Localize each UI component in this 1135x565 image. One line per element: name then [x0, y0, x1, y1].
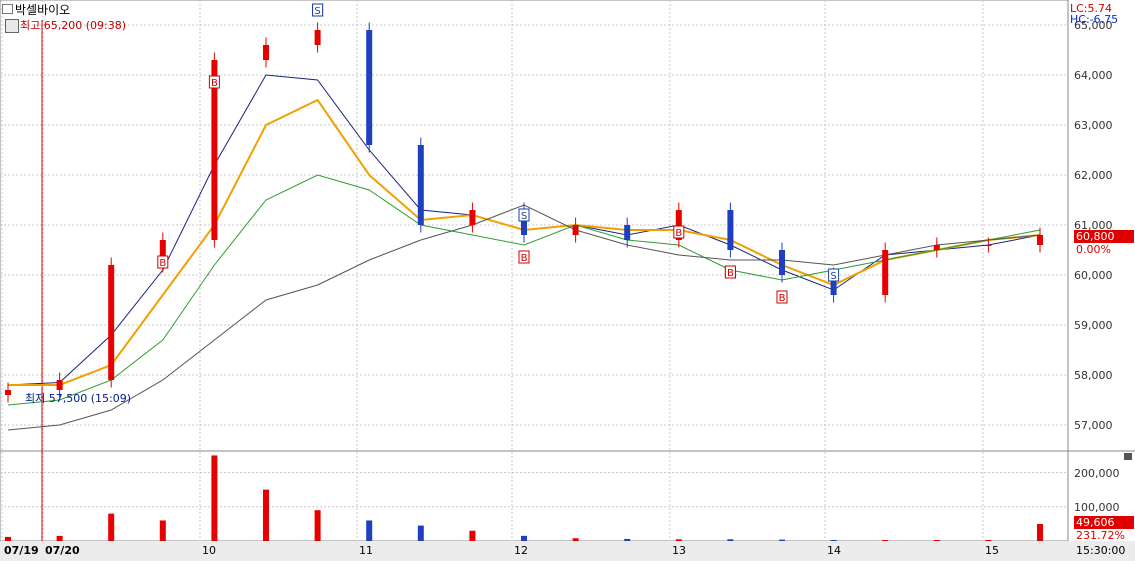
price-chart: BBSSSBBBBBS — [0, 0, 1135, 561]
volume-bar — [933, 539, 940, 541]
x-tick-label: 11 — [359, 544, 373, 557]
volume-bar — [263, 489, 269, 541]
volume-bar — [366, 520, 373, 541]
x-tick-label: 14 — [827, 544, 841, 557]
volume-bar — [108, 513, 115, 541]
volume-bar — [56, 535, 63, 541]
x-axis-band — [0, 541, 1135, 561]
price-tick-label: 59,000 — [1074, 319, 1113, 332]
price-tick-label: 61,000 — [1074, 219, 1113, 232]
x-tick-label: 13 — [672, 544, 686, 557]
current-price-change: 0.00% — [1076, 243, 1111, 256]
min-price-annotation: 최저 57,500 (15:09) — [25, 392, 132, 405]
grid-icon[interactable] — [5, 19, 19, 33]
signal-label: B — [675, 228, 682, 239]
volume-bar — [882, 539, 889, 541]
volume-tick-label: 100,000 — [1074, 500, 1120, 514]
candle-body — [56, 380, 63, 390]
current-volume-change: 231.72% — [1076, 529, 1125, 542]
signal-label: B — [211, 78, 218, 89]
volume-tick-label: 200,000 — [1074, 466, 1120, 480]
x-tick-label: 10 — [202, 544, 216, 557]
volume-pane-toggle-icon[interactable] — [1124, 453, 1132, 460]
price-tick-label: 60,000 — [1074, 269, 1113, 282]
candle-body — [779, 250, 785, 275]
signal-label: B — [727, 268, 734, 279]
volume-bar — [985, 539, 992, 541]
candle-body — [108, 265, 115, 380]
volume-bar — [314, 510, 321, 541]
current-volume-badge: 49,606 — [1074, 516, 1134, 529]
candle-body — [417, 145, 424, 225]
volume-bar — [469, 530, 476, 541]
plot-border — [0, 0, 1069, 542]
signal-label: S — [521, 211, 527, 222]
candle-body — [985, 245, 992, 246]
candle-body — [469, 210, 476, 225]
price-tick-label: 65,000 — [1074, 19, 1113, 32]
volume-bar — [727, 539, 734, 541]
volume-bar — [5, 536, 11, 541]
candle-body — [314, 30, 321, 45]
volume-bar — [572, 538, 579, 541]
x-tick-label: 12 — [514, 544, 528, 557]
price-tick-label: 64,000 — [1074, 69, 1113, 82]
signal-label: B — [159, 258, 166, 269]
price-tick-label: 58,000 — [1074, 369, 1113, 382]
x-tick-label: 07/20 — [45, 544, 80, 557]
chart-frame: BBSSSBBBBBS 박셀바이오 최고 65,200 (09:38) 최저 5… — [0, 0, 1135, 561]
volume-bar — [417, 525, 424, 541]
candle-body — [263, 45, 269, 60]
volume-bar — [1037, 524, 1043, 541]
candle-body — [572, 225, 579, 235]
candle-body — [933, 245, 940, 250]
price-tick-label: 62,000 — [1074, 169, 1113, 182]
volume-bar — [624, 538, 631, 541]
candle-body — [1037, 235, 1043, 245]
stock-title: 박셀바이오 — [15, 3, 71, 17]
candle-body — [366, 30, 373, 145]
signal-label: S — [830, 271, 836, 282]
volume-bar — [159, 520, 166, 541]
candle-body — [727, 210, 734, 250]
volume-bar — [521, 535, 527, 541]
time-axis-label: 15:30:00 — [1076, 544, 1126, 557]
volume-bar — [779, 539, 785, 541]
volume-bar — [675, 539, 682, 541]
signal-label: B — [521, 253, 528, 264]
max-price-annotation: 최고 65,200 (09:38) — [20, 19, 127, 32]
signal-label: B — [779, 293, 786, 304]
volume-bar — [211, 455, 218, 541]
volume-bar — [830, 539, 837, 541]
signal-label: S — [314, 6, 320, 17]
price-tick-label: 63,000 — [1074, 119, 1113, 132]
candle-body — [624, 225, 631, 240]
x-tick-label: 07/19 — [4, 544, 39, 557]
x-tick-label: 15 — [985, 544, 999, 557]
candle-body — [5, 390, 11, 395]
price-tick-label: 57,000 — [1074, 419, 1113, 432]
candle-body — [882, 250, 889, 295]
